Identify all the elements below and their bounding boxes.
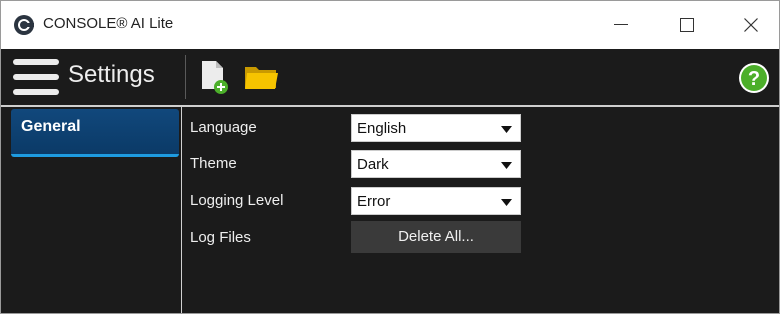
page-title: Settings xyxy=(68,61,155,88)
window-title: CONSOLE® AI Lite xyxy=(43,15,174,32)
sidebar-item-general[interactable]: General xyxy=(11,109,179,157)
theme-value: Dark xyxy=(357,156,389,173)
logging-level-select[interactable]: Error xyxy=(351,187,521,215)
hamburger-menu-icon[interactable] xyxy=(13,59,59,95)
title-bar[interactable]: CONSOLE® AI Lite xyxy=(1,1,779,49)
chevron-down-icon xyxy=(501,199,512,206)
language-value: English xyxy=(357,120,407,137)
minimize-button[interactable] xyxy=(593,1,649,49)
console-app-icon xyxy=(13,14,35,36)
toolbar: Settings ? xyxy=(1,49,779,105)
maximize-icon xyxy=(680,18,694,32)
chevron-down-icon xyxy=(501,126,512,133)
sidebar-divider xyxy=(181,107,182,313)
maximize-button[interactable] xyxy=(659,1,715,49)
close-icon xyxy=(744,18,758,32)
sidebar-item-label: General xyxy=(21,118,81,135)
logging-level-value: Error xyxy=(357,193,391,210)
language-select[interactable]: English xyxy=(351,114,521,142)
minimize-icon xyxy=(614,24,628,25)
log-files-label: Log Files xyxy=(190,229,251,246)
logging-level-label: Logging Level xyxy=(190,192,284,209)
theme-select[interactable]: Dark xyxy=(351,150,521,178)
help-icon[interactable]: ? xyxy=(738,62,770,94)
theme-label: Theme xyxy=(190,155,237,172)
new-file-icon[interactable] xyxy=(199,59,229,95)
svg-text:?: ? xyxy=(748,68,760,90)
app-window: CONSOLE® AI Lite Settings ? General Lang… xyxy=(0,0,780,314)
open-folder-icon[interactable] xyxy=(243,63,279,91)
close-button[interactable] xyxy=(723,1,779,49)
delete-all-logs-button[interactable]: Delete All... xyxy=(351,221,521,253)
chevron-down-icon xyxy=(501,162,512,169)
toolbar-divider xyxy=(185,55,186,99)
language-label: Language xyxy=(190,119,257,136)
